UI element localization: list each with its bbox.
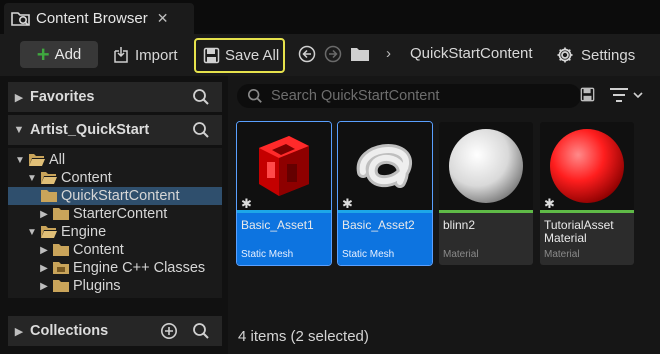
collapse-arrow-icon: ▼: [27, 172, 37, 184]
collapse-arrow-icon: ▼: [27, 226, 37, 238]
status-text: 4 items (2 selected): [238, 328, 369, 345]
tree-item-engine[interactable]: ▼ Engine: [8, 223, 222, 241]
breadcrumb[interactable]: QuickStartContent: [410, 45, 533, 62]
search-icon[interactable]: [192, 121, 210, 142]
filter-icon: [610, 88, 628, 102]
tree-item-label: Content: [61, 170, 112, 186]
settings-button-label: Settings: [581, 46, 636, 64]
save-search-icon[interactable]: [580, 87, 595, 105]
tree-item-label: QuickStartContent: [61, 188, 180, 204]
tree-item-label: Engine C++ Classes: [73, 260, 206, 276]
asset-type: Static Mesh: [241, 249, 294, 260]
tree-item-plugins[interactable]: ▶ Plugins: [8, 277, 222, 295]
asset-type: Static Mesh: [342, 249, 395, 260]
favorites-title: Favorites: [30, 89, 95, 105]
tab-content-browser[interactable]: Content Browser ✕: [4, 3, 194, 34]
collections-title: Collections: [30, 323, 109, 339]
folder-icon: [52, 207, 70, 221]
tab-bar: Content Browser ✕: [0, 0, 660, 34]
expand-arrow-icon: ▶: [40, 262, 48, 274]
asset-name: Basic_Asset2: [342, 218, 415, 232]
collections-header[interactable]: ▶ Collections: [8, 316, 222, 346]
search-input[interactable]: [271, 88, 571, 104]
import-button-label: Import: [135, 46, 178, 64]
tree-item-label: Engine: [61, 224, 107, 240]
folder-icon[interactable]: [350, 46, 370, 65]
settings-button[interactable]: Settings: [556, 41, 635, 69]
cpp-folder-icon: [52, 261, 70, 275]
search-icon[interactable]: [192, 88, 210, 109]
asset-name: blinn2: [443, 218, 476, 232]
save-all-button[interactable]: Save All: [194, 38, 285, 73]
collapse-arrow-icon: ▼: [15, 154, 25, 166]
tree-item-label: Content: [73, 242, 124, 258]
gear-icon: [557, 47, 573, 63]
search-icon: [247, 88, 262, 103]
search-box[interactable]: [237, 84, 581, 108]
collapse-arrow-icon: ▼: [13, 124, 25, 136]
tree-item-content[interactable]: ▼ Content: [8, 169, 222, 187]
tree-item-startercontent[interactable]: ▶ StarterContent: [8, 205, 222, 223]
asset-view: ✱ Basic_Asset1 Static Mesh ✱ Basic_Asset…: [228, 76, 660, 354]
expand-arrow-icon: ▶: [14, 325, 24, 338]
close-icon[interactable]: ✕: [157, 10, 169, 27]
project-title: Artist_QuickStart: [30, 122, 150, 138]
asset-name: Basic_Asset1: [241, 218, 314, 232]
open-folder-icon: [40, 225, 58, 239]
tree-item-label: Plugins: [73, 278, 121, 294]
folder-icon: [52, 279, 70, 293]
tree-item-label: StarterContent: [73, 206, 168, 222]
forward-icon[interactable]: [324, 45, 342, 66]
asset-tile[interactable]: ✱ TutorialAsset Material Material: [540, 122, 634, 265]
save-icon: [203, 47, 220, 64]
tree-item-all[interactable]: ▼ All: [8, 151, 222, 169]
tree-item-label: All: [49, 152, 66, 168]
asset-tile[interactable]: ✱ Basic_Asset2 Static Mesh: [337, 121, 433, 266]
sources-panel: ▶ Favorites ▼ Artist_QuickStart ▼ All ▼ …: [0, 76, 228, 354]
import-icon: [114, 47, 128, 63]
asset-thumbnail: [439, 122, 533, 210]
asset-type: Material: [443, 249, 479, 260]
save-all-button-label: Save All: [225, 47, 280, 64]
tree-item-quickstartcontent[interactable]: QuickStartContent: [8, 187, 222, 205]
folder-icon: [52, 243, 70, 257]
asset-name: TutorialAsset Material: [544, 218, 614, 245]
back-icon[interactable]: [298, 45, 316, 66]
folder-tree: ▼ All ▼ Content QuickStartContent ▶ Star…: [8, 148, 222, 298]
expand-arrow-icon: ▶: [40, 244, 48, 256]
open-folder-icon: [28, 153, 46, 167]
breadcrumb-separator: ›: [386, 45, 391, 62]
plus-icon: +: [36, 41, 50, 67]
toolbar: + Add Import Save All › QuickStartConten…: [0, 34, 660, 76]
folder-search-icon: [10, 8, 32, 30]
expand-arrow-icon: ▶: [40, 280, 48, 292]
open-folder-icon: [40, 171, 58, 185]
search-icon[interactable]: [192, 322, 210, 343]
tree-item-engine-content[interactable]: ▶ Content: [8, 241, 222, 259]
chevron-down-icon: [633, 92, 643, 99]
add-collection-icon[interactable]: [160, 322, 178, 343]
add-button-label: Add: [54, 46, 82, 63]
folder-icon: [40, 189, 58, 203]
expand-arrow-icon: ▶: [40, 208, 48, 220]
import-button[interactable]: Import: [112, 41, 178, 69]
expand-arrow-icon: ▶: [14, 91, 24, 104]
tab-title: Content Browser: [36, 10, 148, 27]
project-header[interactable]: ▼ Artist_QuickStart: [8, 115, 222, 145]
filter-dropdown[interactable]: [609, 87, 644, 103]
add-button[interactable]: + Add: [20, 41, 98, 68]
favorites-header[interactable]: ▶ Favorites: [8, 82, 222, 112]
asset-tile[interactable]: blinn2 Material: [439, 122, 533, 265]
asset-tile[interactable]: ✱ Basic_Asset1 Static Mesh: [236, 121, 332, 266]
tree-item-engine-cpp-classes[interactable]: ▶ Engine C++ Classes: [8, 259, 222, 277]
asset-type: Material: [544, 249, 580, 260]
